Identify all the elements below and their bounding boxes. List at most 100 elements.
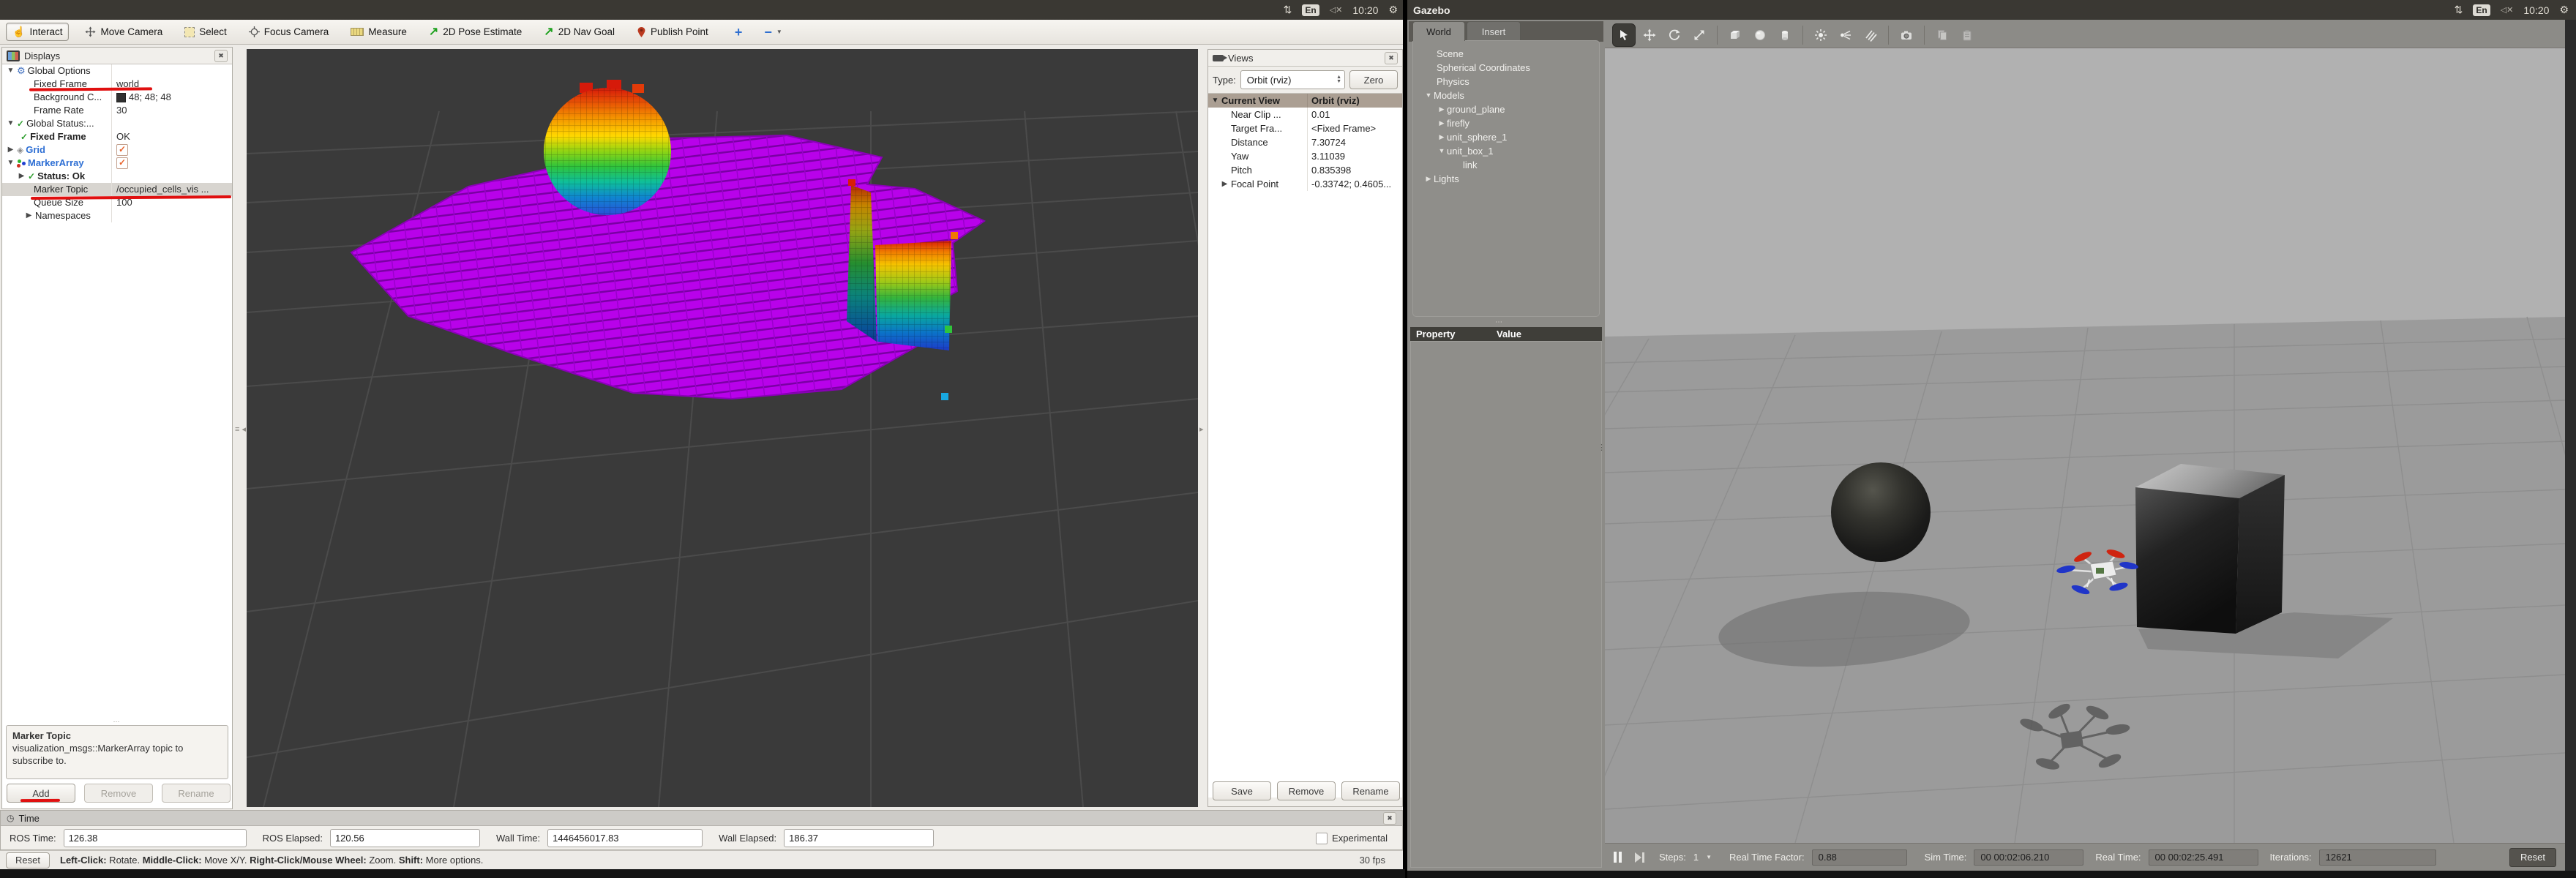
sound-muted-icon[interactable]: ◁✕ [1330,5,1343,15]
tree-row-fixed-frame-status[interactable]: ✓ Fixed Frame OK [2,130,232,143]
tree-item-scene[interactable]: Scene [1418,47,1599,61]
close-icon[interactable]: ✖ [214,49,228,62]
move-camera-tool-button[interactable]: Move Camera [79,24,168,40]
views-row-target-frame[interactable]: Target Fra... <Fixed Frame> [1208,121,1402,135]
add-directional-light-button[interactable] [1860,24,1882,46]
tree-item-link[interactable]: link [1418,158,1599,172]
views-row-pitch[interactable]: Pitch 0.835398 [1208,163,1402,177]
ros-time-input[interactable] [63,829,247,847]
select-mode-button[interactable] [1612,23,1636,47]
step-button[interactable] [1635,852,1644,863]
measure-tool-button[interactable]: Measure [345,24,413,40]
displays-panel-header[interactable]: Displays ✖ [2,48,232,64]
add-tool-button[interactable]: + [729,25,749,40]
steps-dropdown-icon[interactable]: ▼ [1706,854,1712,860]
spinner-arrows-icon[interactable]: ▲ ▼ [1336,75,1341,84]
property-table-body[interactable] [1410,341,1602,868]
session-gear-icon[interactable]: ⚙ [1388,4,1398,16]
nav-goal-tool-button[interactable]: ↗ 2D Nav Goal [538,24,621,40]
add-point-light-button[interactable] [1810,24,1832,46]
add-spot-light-button[interactable] [1835,24,1857,46]
expand-icon[interactable]: ▶ [1437,130,1447,144]
tree-row-marker-topic[interactable]: Marker Topic /occupied_cells_vis ... [2,183,232,196]
tab-insert[interactable]: Insert [1467,21,1521,41]
views-row-current-view[interactable]: ▼ Current View Orbit (rviz) [1208,94,1402,108]
collapse-icon[interactable]: ▼ [1423,89,1434,102]
clock[interactable]: 10:20 [1352,4,1378,16]
splitter-handle[interactable]: ⋯ [1495,318,1504,326]
network-icon[interactable]: ⇅ [1284,4,1292,16]
tree-row-markerarray-display[interactable]: ▼ MarkerArray ✓ [2,157,232,170]
view-type-select[interactable]: Orbit (rviz) ▲ ▼ [1240,70,1345,89]
interact-tool-button[interactable]: ☝ Interact [6,23,70,41]
remove-view-button[interactable]: Remove [1277,781,1336,800]
remove-tool-button[interactable]: − ▼ [758,25,787,40]
tree-item-models[interactable]: ▼ Models [1418,89,1599,102]
collapse-icon[interactable]: ▼ [7,157,15,170]
tree-row-frame-rate[interactable]: Frame Rate 30 [2,104,232,117]
expand-icon[interactable]: ▶ [1423,172,1434,186]
expand-icon[interactable]: ▶ [18,170,26,183]
tree-item-physics[interactable]: Physics [1418,75,1599,89]
select-tool-button[interactable]: Select [179,24,233,40]
tree-item-spherical-coordinates[interactable]: Spherical Coordinates [1418,61,1599,75]
rviz-3d-viewport[interactable] [247,49,1198,807]
tree-item-unit-sphere[interactable]: ▶ unit_sphere_1 [1418,130,1599,144]
views-row-near-clip[interactable]: Near Clip ... 0.01 [1208,108,1402,121]
rotate-mode-button[interactable] [1663,24,1685,46]
views-panel-header[interactable]: Views ✖ [1208,50,1402,67]
zero-view-button[interactable]: Zero [1349,70,1398,89]
keyboard-layout-indicator[interactable]: En [2473,4,2490,16]
tree-item-firefly[interactable]: ▶ firefly [1418,116,1599,130]
reset-button[interactable]: Reset [6,852,50,868]
remove-display-button[interactable]: Remove [84,784,153,803]
expand-icon[interactable]: ▶ [1437,116,1447,130]
panel-collapse-handle-right[interactable]: ▸ [1199,426,1204,434]
views-row-yaw[interactable]: Yaw 3.11039 [1208,149,1402,163]
pause-button[interactable] [1614,852,1622,863]
rename-display-button[interactable]: Rename [162,784,231,803]
enabled-checkbox[interactable]: ✓ [116,157,128,169]
ros-elapsed-input[interactable] [329,829,480,847]
collapse-icon[interactable]: ▼ [7,64,15,78]
focus-camera-tool-button[interactable]: Focus Camera [243,24,335,40]
keyboard-layout-indicator[interactable]: En [1302,4,1319,16]
gazebo-3d-viewport[interactable] [1605,48,2565,843]
add-sphere-button[interactable] [1749,24,1771,46]
scale-mode-button[interactable] [1688,24,1710,46]
experimental-checkbox[interactable] [1316,832,1328,844]
tree-item-lights[interactable]: ▶ Lights [1418,172,1599,186]
pose-estimate-tool-button[interactable]: ↗ 2D Pose Estimate [423,24,528,40]
expand-icon[interactable]: ▶ [7,143,15,157]
wall-time-input[interactable] [547,829,703,847]
panel-collapse-handle-left[interactable]: ≡ ◂ [235,426,246,434]
save-view-button[interactable]: Save [1213,781,1271,800]
collapse-icon[interactable]: ▼ [7,117,15,130]
session-gear-icon[interactable]: ⚙ [2559,4,2569,16]
screenshot-button[interactable] [1895,24,1917,46]
panel-collapse-handle[interactable]: ⋮ [1598,444,1606,452]
add-cylinder-button[interactable] [1774,24,1796,46]
copy-button[interactable] [1931,24,1953,46]
expand-icon[interactable]: ▶ [1221,177,1229,191]
marker-topic-value[interactable]: /occupied_cells_vis ... [112,183,232,196]
collapse-icon[interactable]: ▼ [1211,94,1219,108]
tree-item-ground-plane[interactable]: ▶ ground_plane [1418,102,1599,116]
tree-row-namespaces[interactable]: ▶ Namespaces [2,209,232,222]
tree-row-global-status[interactable]: ▼ ✓ Global Status:... [2,117,232,130]
tree-row-marker-status[interactable]: ▶ ✓ Status: Ok [2,170,232,183]
enabled-checkbox[interactable]: ✓ [116,144,128,156]
clock[interactable]: 10:20 [2523,4,2549,16]
expand-icon[interactable]: ▶ [25,209,33,222]
expand-icon[interactable]: ▶ [1437,102,1447,116]
tree-row-grid-display[interactable]: ▶ ◈ Grid ✓ [2,143,232,157]
tree-row-background-color[interactable]: Background C... 48; 48; 48 [2,91,232,104]
tree-item-unit-box[interactable]: ▼ unit_box_1 [1418,144,1599,158]
steps-value[interactable]: 1 [1693,852,1699,863]
collapse-icon[interactable]: ▼ [1437,144,1447,158]
close-icon[interactable]: ✖ [1383,811,1396,825]
tab-world[interactable]: World [1412,21,1465,41]
network-icon[interactable]: ⇅ [2455,4,2463,16]
publish-point-tool-button[interactable]: Publish Point [631,24,714,40]
paste-button[interactable] [1956,24,1978,46]
